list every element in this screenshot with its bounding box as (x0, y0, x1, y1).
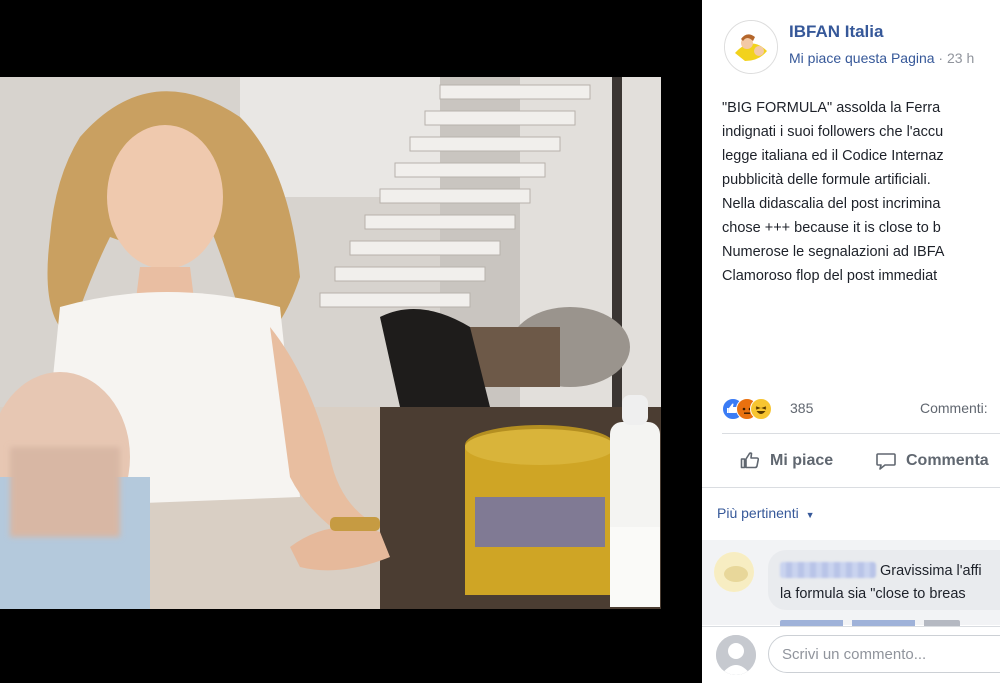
comment-item: Gravissima l'affi la formula sia "close … (702, 540, 1000, 628)
divider (722, 433, 1000, 434)
post-text-line: chose +++ because it is close to b (722, 220, 941, 236)
relevance-label: Più pertinenti (717, 505, 799, 521)
comment-button[interactable]: Commenta (874, 448, 989, 474)
post-text-line: legge italiana ed il Codice Internaz (722, 148, 944, 164)
blurred-avatar-icon (714, 552, 754, 592)
like-page-link[interactable]: Mi piace questa Pagina (789, 50, 935, 66)
post-text-line: pubblicità delle formule artificiali. (722, 172, 931, 188)
comment-button-label: Commenta (906, 452, 989, 469)
page-name-link[interactable]: IBFAN Italia (789, 22, 883, 42)
relevance-dropdown-icon: ▼ (805, 510, 815, 520)
comment-input[interactable] (768, 635, 1000, 673)
like-button[interactable]: Mi piace (738, 448, 833, 474)
comment-text: Gravissima l'affi (880, 563, 982, 579)
like-button-label: Mi piace (770, 452, 834, 469)
default-avatar-icon (716, 635, 756, 675)
post-text-line: Nella didascalia del post incrimina (722, 196, 941, 212)
photo-viewer (0, 0, 702, 683)
post-sidebar: IBFAN Italia Mi piace questa Pagina · 23… (702, 0, 1000, 683)
comment-bubble: Gravissima l'affi la formula sia "close … (768, 550, 1000, 610)
divider (702, 487, 1000, 488)
haha-reaction-icon (750, 398, 772, 420)
reaction-count: 385 (790, 400, 814, 416)
relevance-dropdown[interactable]: Più pertinenti ▼ (717, 505, 815, 521)
thumbs-up-icon (740, 452, 760, 469)
comments-count-link[interactable]: Commenti: (920, 400, 988, 416)
post-text-line: "BIG FORMULA" assolda la Ferra (722, 100, 941, 116)
post-timestamp[interactable]: 23 h (947, 50, 974, 66)
comment-icon (876, 453, 896, 470)
photo-illustration (0, 77, 661, 609)
post-meta: Mi piace questa Pagina · 23 h (789, 50, 974, 66)
comment-text: la formula sia "close to breas (780, 586, 966, 602)
post-photo[interactable] (0, 77, 661, 609)
ibfan-logo-icon (725, 21, 777, 73)
post-text-line: Clamoroso flop del post immediat (722, 268, 938, 284)
commenter-avatar[interactable] (714, 552, 754, 592)
post-text-line: Numerose le segnalazioni ad IBFA (722, 244, 945, 260)
user-avatar (716, 635, 756, 675)
write-comment-row (702, 626, 1000, 683)
commenter-name-blurred[interactable] (780, 562, 876, 578)
post-text-line: indignati i suoi followers che l'accu (722, 124, 944, 140)
meta-separator: · (934, 50, 947, 66)
post-text: "BIG FORMULA" assolda la Ferra indignati… (722, 96, 1000, 288)
page-avatar[interactable] (724, 20, 778, 74)
